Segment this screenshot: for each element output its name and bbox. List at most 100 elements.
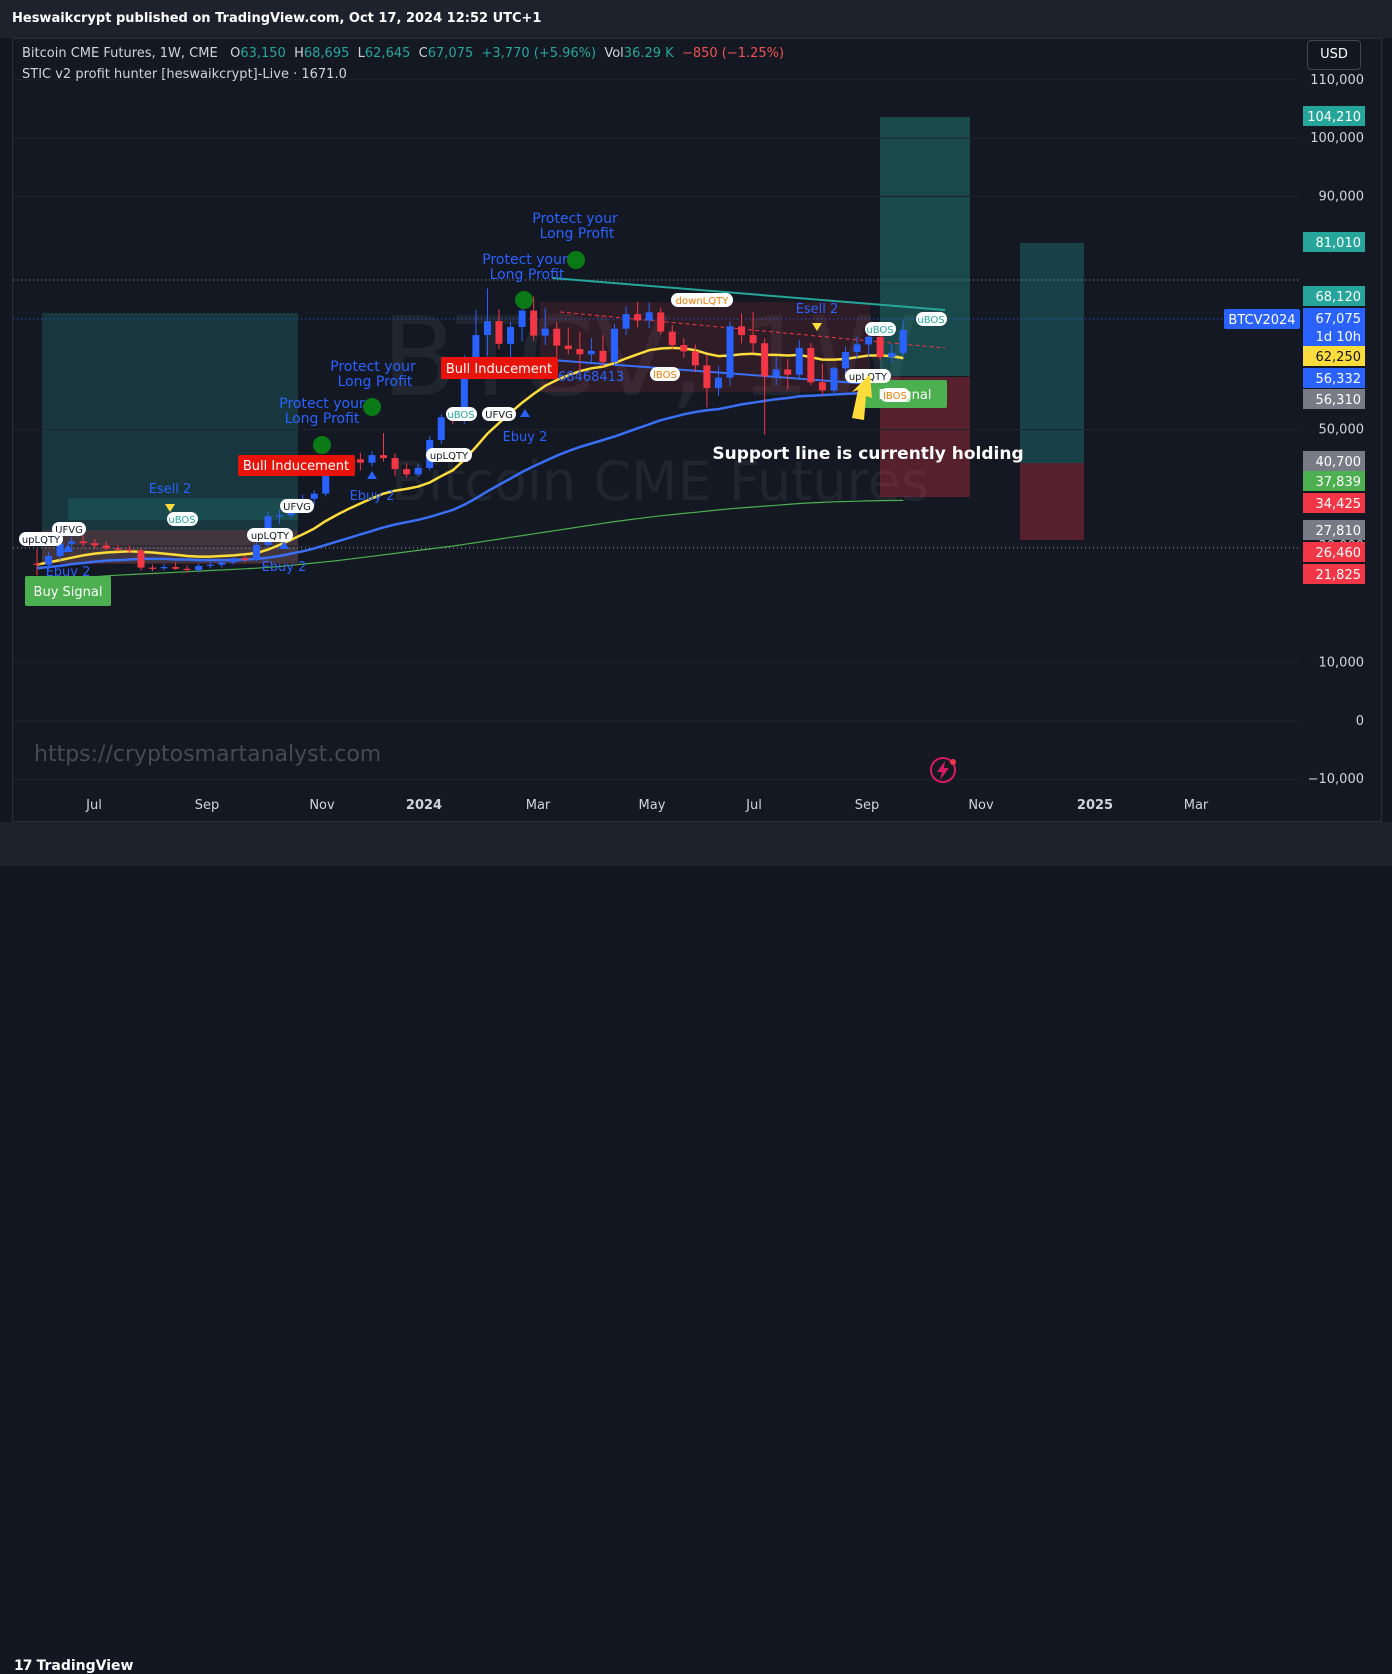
y-tick-label: 90,000 xyxy=(1319,189,1365,204)
footer-bar: 17 TradingView xyxy=(0,822,1392,1674)
tag-downlqty: downLQTY xyxy=(671,293,733,307)
candle-body-62 xyxy=(749,335,757,344)
candle-body-67 xyxy=(807,347,815,383)
candle-body-32 xyxy=(403,469,411,475)
level-id-label: 68468413 xyxy=(558,370,624,385)
candle-body-33 xyxy=(414,467,422,475)
y-tick-label: 10,000 xyxy=(1319,656,1365,671)
candle-body-54 xyxy=(657,312,665,332)
tv-logo-icon: 17 xyxy=(14,1658,33,1674)
candle-body-17 xyxy=(229,558,237,563)
indicator-legend[interactable]: STIC v2 profit hunter [heswaikcrypt]-Liv… xyxy=(22,67,347,82)
price-axis[interactable] xyxy=(1299,70,1379,820)
svg-text:uBOS: uBOS xyxy=(447,410,474,421)
candle-body-7 xyxy=(114,548,122,550)
svg-text:lBOS: lBOS xyxy=(653,370,677,381)
ebuy-label-3: Ebuy 2 xyxy=(350,489,395,504)
x-tick-label: Nov xyxy=(309,798,335,813)
candle-body-53 xyxy=(645,312,653,321)
legend-c-label: C xyxy=(418,46,428,61)
candle-body-45 xyxy=(553,328,561,346)
ebuy-arrow-3 xyxy=(367,471,377,479)
candle-body-38 xyxy=(472,335,480,359)
candle-body-50 xyxy=(611,328,618,362)
x-tick-label: Nov xyxy=(968,798,994,813)
candle-body-71 xyxy=(853,344,861,352)
legend-change: +3,770 (+5.96%) xyxy=(481,46,597,61)
protect-label-2a: Protect your xyxy=(330,359,416,375)
protect-label-3a: Protect your xyxy=(482,252,568,268)
candle-body-52 xyxy=(634,314,642,321)
projection-box-red-2 xyxy=(1020,463,1084,540)
candle-body-68 xyxy=(818,382,826,391)
protect-label-3b: Long Profit xyxy=(490,267,565,283)
candle-body-13 xyxy=(183,568,191,570)
svg-text:uBOS: uBOS xyxy=(917,315,944,326)
candle-body-60 xyxy=(726,326,734,378)
svg-text:uBOS: uBOS xyxy=(168,515,195,526)
candlestick-chart[interactable]: BTCV, 1W Bitcoin CME Futures Protect you… xyxy=(0,0,1392,866)
x-tick-label: May xyxy=(639,798,666,813)
svg-text:downLQTY: downLQTY xyxy=(676,296,730,307)
candle-body-74 xyxy=(888,352,896,358)
candle-body-49 xyxy=(599,350,607,362)
candle-body-28 xyxy=(356,459,364,463)
price-label-text: 81,010 xyxy=(1316,236,1362,251)
legend-vol-label: Vol xyxy=(604,46,624,61)
tag-lbos-1: lBOS xyxy=(650,367,680,381)
x-tick-label: Mar xyxy=(1184,798,1209,813)
candle-body-21 xyxy=(276,515,284,517)
y-tick-label: −10,000 xyxy=(1308,772,1364,787)
candle-body-46 xyxy=(564,345,572,350)
candle-body-6 xyxy=(102,545,110,549)
currency-button[interactable]: USD xyxy=(1307,40,1361,70)
candle-body-11 xyxy=(160,567,168,569)
candle-body-30 xyxy=(380,455,387,459)
tv-brand: TradingView xyxy=(36,1658,134,1674)
candle-body-39 xyxy=(483,321,491,336)
tag-ubos-2: uBOS xyxy=(446,407,477,421)
legend-vol-change: −850 (−1.25%) xyxy=(681,46,785,61)
candle-body-1 xyxy=(45,555,53,565)
candle-body-47 xyxy=(576,349,584,355)
svg-text:uBOS: uBOS xyxy=(866,325,893,336)
svg-text:Buy Signal: Buy Signal xyxy=(34,585,103,600)
support-annotation: Support line is currently holding xyxy=(712,444,1023,464)
legend-h-label: H xyxy=(294,46,304,61)
profit-marker-2 xyxy=(363,398,381,416)
candle-body-57 xyxy=(691,351,699,366)
projection-box-green xyxy=(880,117,970,376)
tradingview-logo[interactable]: 17 TradingView xyxy=(14,1658,133,1674)
lightning-icon[interactable] xyxy=(930,757,956,783)
price-label-text: 67,075 xyxy=(1316,312,1362,327)
candle-body-58 xyxy=(703,365,711,389)
candle-body-24 xyxy=(310,493,318,499)
candle-body-51 xyxy=(622,314,630,329)
buy-signal-tag[interactable]: Buy Signal xyxy=(25,576,111,606)
y-tick-label: 50,000 xyxy=(1319,423,1365,438)
svg-text:upLQTY: upLQTY xyxy=(22,535,61,546)
candle-body-41 xyxy=(507,326,515,344)
candle-body-8 xyxy=(125,549,133,551)
svg-text:upLQTY: upLQTY xyxy=(430,451,469,462)
candle-body-29 xyxy=(368,455,376,463)
profit-marker-1 xyxy=(313,436,331,454)
protect-label-4a: Protect your xyxy=(532,211,618,227)
y-tick-label: 0 xyxy=(1356,714,1364,729)
x-tick-label: Sep xyxy=(855,798,880,813)
symbol-tag-text: BTCV2024 xyxy=(1228,313,1295,328)
candle-body-14 xyxy=(195,565,203,570)
legend-low: 62,645 xyxy=(364,46,411,61)
tag-uplqty-3: upLQTY xyxy=(426,448,472,462)
legend-high: 68,695 xyxy=(303,46,350,61)
x-tick-label: 2024 xyxy=(406,798,442,813)
profit-marker-4 xyxy=(567,251,585,269)
y-tick-label: 100,000 xyxy=(1310,131,1364,146)
x-tick-label: Jul xyxy=(85,798,102,813)
candle-body-63 xyxy=(761,343,769,377)
svg-text:lBOS: lBOS xyxy=(883,391,907,402)
tag-ufvg-2: UFVG xyxy=(280,499,314,513)
tag-ubos-1: uBOS xyxy=(167,512,198,526)
price-label-text: 27,810 xyxy=(1316,524,1362,539)
legend-open: 63,150 xyxy=(240,46,286,61)
